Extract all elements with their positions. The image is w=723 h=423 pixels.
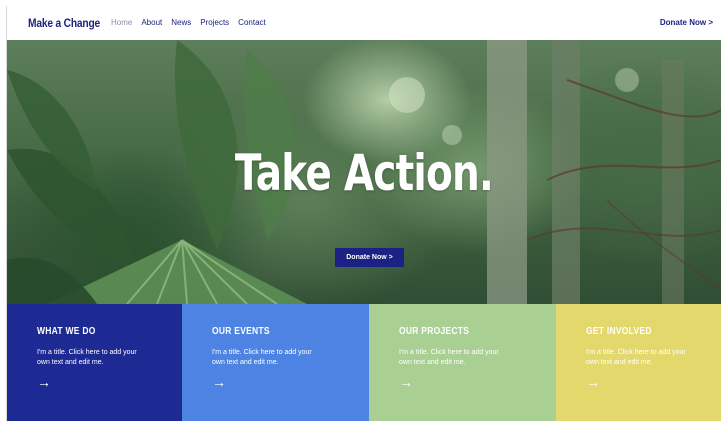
card-what-we-do[interactable]: WHAT WE DO I'm a title. Click here to ad… <box>7 304 182 421</box>
card-our-projects[interactable]: OUR PROJECTS I'm a title. Click here to … <box>369 304 556 421</box>
nav-item-projects[interactable]: Projects <box>200 18 229 27</box>
site-header: Make a Change Home About News Projects C… <box>7 6 721 40</box>
card-title: OUR PROJECTS <box>399 326 470 337</box>
card-get-involved[interactable]: GET INVOLVED I'm a title. Click here to … <box>556 304 721 421</box>
header-donate-link[interactable]: Donate Now > <box>660 18 713 27</box>
nav-item-contact[interactable]: Contact <box>238 18 266 27</box>
card-title: GET INVOLVED <box>586 326 652 337</box>
site-logo[interactable]: Make a Change <box>28 16 100 30</box>
feature-cards: WHAT WE DO I'm a title. Click here to ad… <box>7 304 721 421</box>
card-title: OUR EVENTS <box>212 326 270 337</box>
hero-donate-button[interactable]: Donate Now > <box>335 248 404 267</box>
arrow-right-icon[interactable]: → <box>212 374 226 390</box>
nav-item-news[interactable]: News <box>171 18 191 27</box>
card-our-events[interactable]: OUR EVENTS I'm a title. Click here to ad… <box>182 304 369 421</box>
arrow-right-icon[interactable]: → <box>399 374 413 390</box>
nav-item-about[interactable]: About <box>141 18 162 27</box>
card-title: WHAT WE DO <box>37 326 96 337</box>
hero-title: Take Action. <box>234 144 494 202</box>
hero-section: Take Action. Donate Now > <box>7 40 721 304</box>
card-text: I'm a title. Click here to add your own … <box>586 349 686 366</box>
card-text: I'm a title. Click here to add your own … <box>212 349 312 366</box>
website-page: Make a Change Home About News Projects C… <box>6 6 721 421</box>
arrow-right-icon[interactable]: → <box>37 374 51 390</box>
card-text: I'm a title. Click here to add your own … <box>37 349 137 366</box>
arrow-right-icon[interactable]: → <box>586 374 600 390</box>
card-text: I'm a title. Click here to add your own … <box>399 349 499 366</box>
main-nav: Home About News Projects Contact <box>111 18 266 27</box>
nav-item-home[interactable]: Home <box>111 18 132 27</box>
